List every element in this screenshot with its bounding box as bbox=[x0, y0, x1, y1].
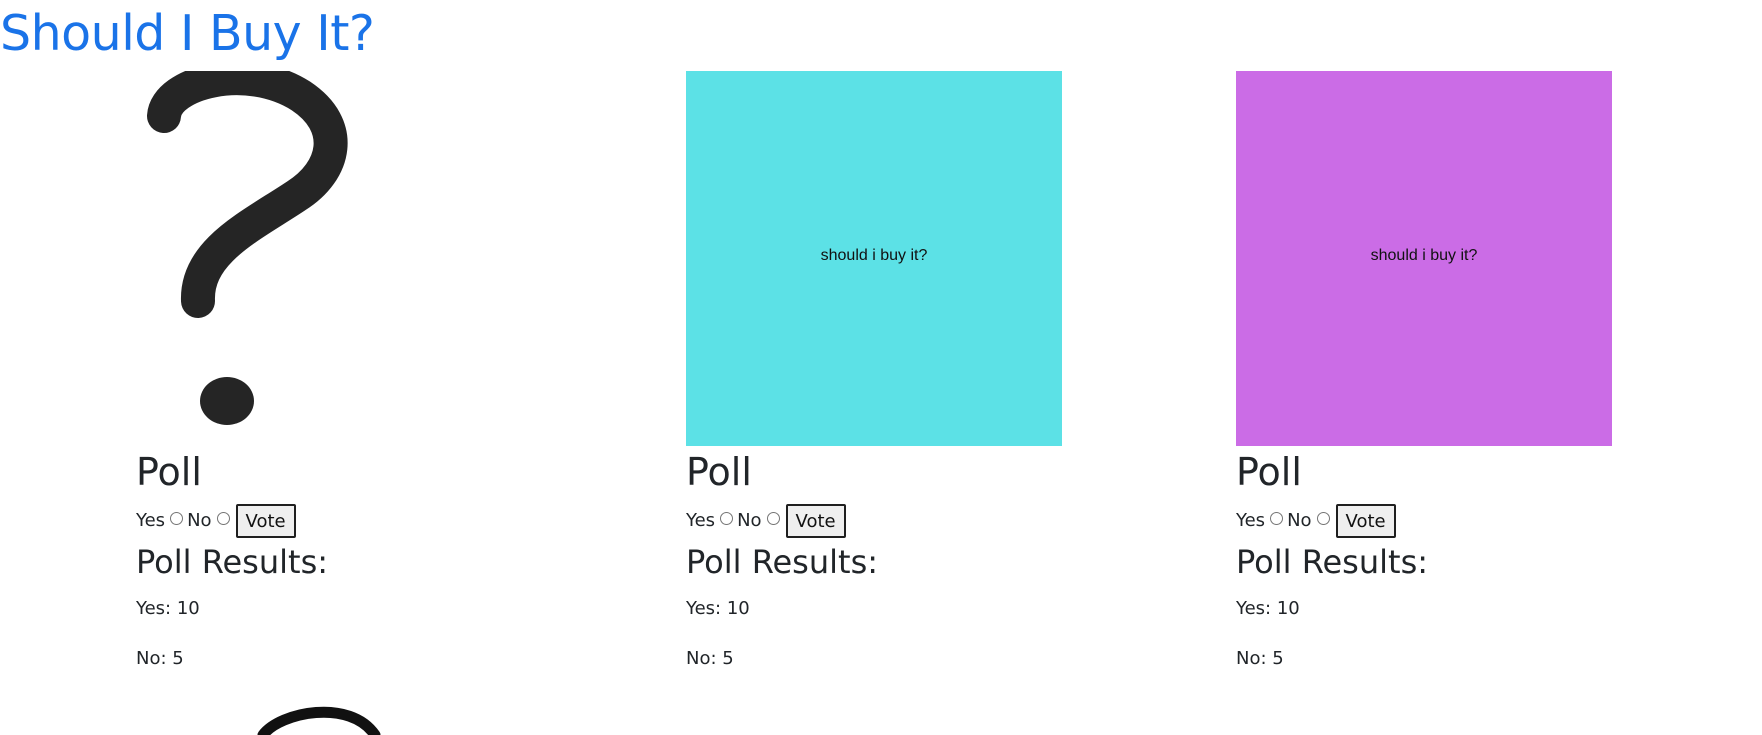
next-product-image-partial bbox=[257, 706, 381, 735]
yes-option-label: Yes bbox=[1236, 510, 1266, 531]
yes-radio[interactable] bbox=[720, 511, 734, 525]
product-image bbox=[136, 71, 512, 446]
question-mark-icon bbox=[147, 71, 348, 425]
vote-form: Yes No Vote bbox=[686, 504, 846, 538]
vote-button[interactable]: Vote bbox=[1335, 504, 1396, 538]
product-image: should i buy it? bbox=[686, 71, 1062, 446]
no-radio[interactable] bbox=[1316, 511, 1330, 525]
product-image-label: should i buy it? bbox=[820, 247, 928, 264]
poll-results-title: Poll Results: bbox=[136, 543, 329, 581]
vote-button[interactable]: Vote bbox=[235, 504, 296, 538]
poll-title: Poll bbox=[1236, 450, 1302, 494]
yes-result: Yes: 10 bbox=[1236, 598, 1300, 619]
poll-card: Poll Yes No Vote Poll Results: Yes: 10 N… bbox=[136, 71, 556, 669]
no-option-label: No bbox=[187, 510, 212, 531]
yes-result: Yes: 10 bbox=[136, 598, 200, 619]
poll-results-title: Poll Results: bbox=[686, 543, 879, 581]
yes-result: Yes: 10 bbox=[686, 598, 750, 619]
yes-radio[interactable] bbox=[1270, 511, 1284, 525]
vote-button[interactable]: Vote bbox=[785, 504, 846, 538]
poll-card: should i buy it? Poll Yes No Vote Poll R… bbox=[686, 71, 1106, 669]
poll-title: Poll bbox=[136, 450, 202, 494]
yes-option-label: Yes bbox=[686, 510, 716, 531]
no-result: No: 5 bbox=[136, 648, 184, 669]
poll-title: Poll bbox=[686, 450, 752, 494]
no-radio[interactable] bbox=[216, 511, 230, 525]
no-result: No: 5 bbox=[1236, 648, 1284, 669]
vote-form: Yes No Vote bbox=[136, 504, 296, 538]
product-image: should i buy it? bbox=[1236, 71, 1612, 446]
product-image-label: should i buy it? bbox=[1370, 247, 1478, 264]
yes-radio[interactable] bbox=[170, 511, 184, 525]
no-option-label: No bbox=[737, 510, 762, 531]
poll-card: should i buy it? Poll Yes No Vote Poll R… bbox=[1236, 71, 1656, 669]
yes-option-label: Yes bbox=[136, 510, 166, 531]
no-result: No: 5 bbox=[686, 648, 734, 669]
no-option-label: No bbox=[1287, 510, 1312, 531]
no-radio[interactable] bbox=[766, 511, 780, 525]
vote-form: Yes No Vote bbox=[1236, 504, 1396, 538]
page-title: Should I Buy It? bbox=[0, 5, 375, 62]
poll-results-title: Poll Results: bbox=[1236, 543, 1429, 581]
